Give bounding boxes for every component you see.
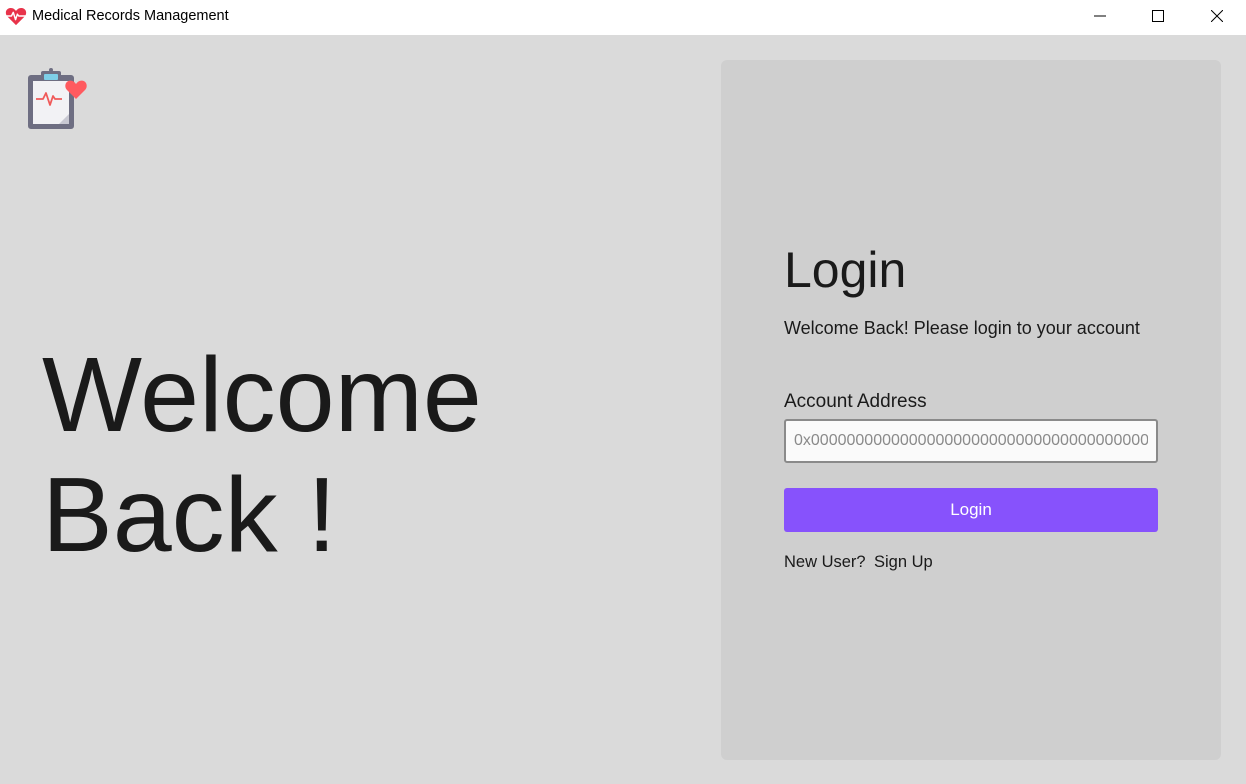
minimize-icon <box>1094 15 1106 17</box>
heart-pulse-icon <box>5 7 27 26</box>
login-button[interactable]: Login <box>784 488 1158 532</box>
account-address-label: Account Address <box>784 391 927 412</box>
login-title: Login <box>784 242 907 298</box>
login-subtitle: Welcome Back! Please login to your accou… <box>784 318 1140 338</box>
maximize-button[interactable] <box>1129 0 1187 32</box>
maximize-icon <box>1152 10 1164 22</box>
minimize-button[interactable] <box>1071 0 1129 32</box>
welcome-heading: Welcome Back ! <box>42 335 482 575</box>
close-button[interactable] <box>1188 0 1246 32</box>
sign-up-link[interactable]: Sign Up <box>874 553 933 572</box>
close-icon <box>1211 10 1223 22</box>
new-user-text: New User? <box>784 553 866 571</box>
login-panel: Login Welcome Back! Please login to your… <box>721 60 1221 760</box>
medical-clipboard-icon <box>28 68 87 129</box>
welcome-line-1: Welcome <box>42 336 482 454</box>
title-bar: Medical Records Management <box>0 0 1246 35</box>
welcome-line-2: Back ! <box>42 456 337 574</box>
main-content: Welcome Back ! Login Welcome Back! Pleas… <box>0 35 1246 784</box>
account-address-input[interactable] <box>784 419 1158 463</box>
window-title: Medical Records Management <box>32 8 229 24</box>
